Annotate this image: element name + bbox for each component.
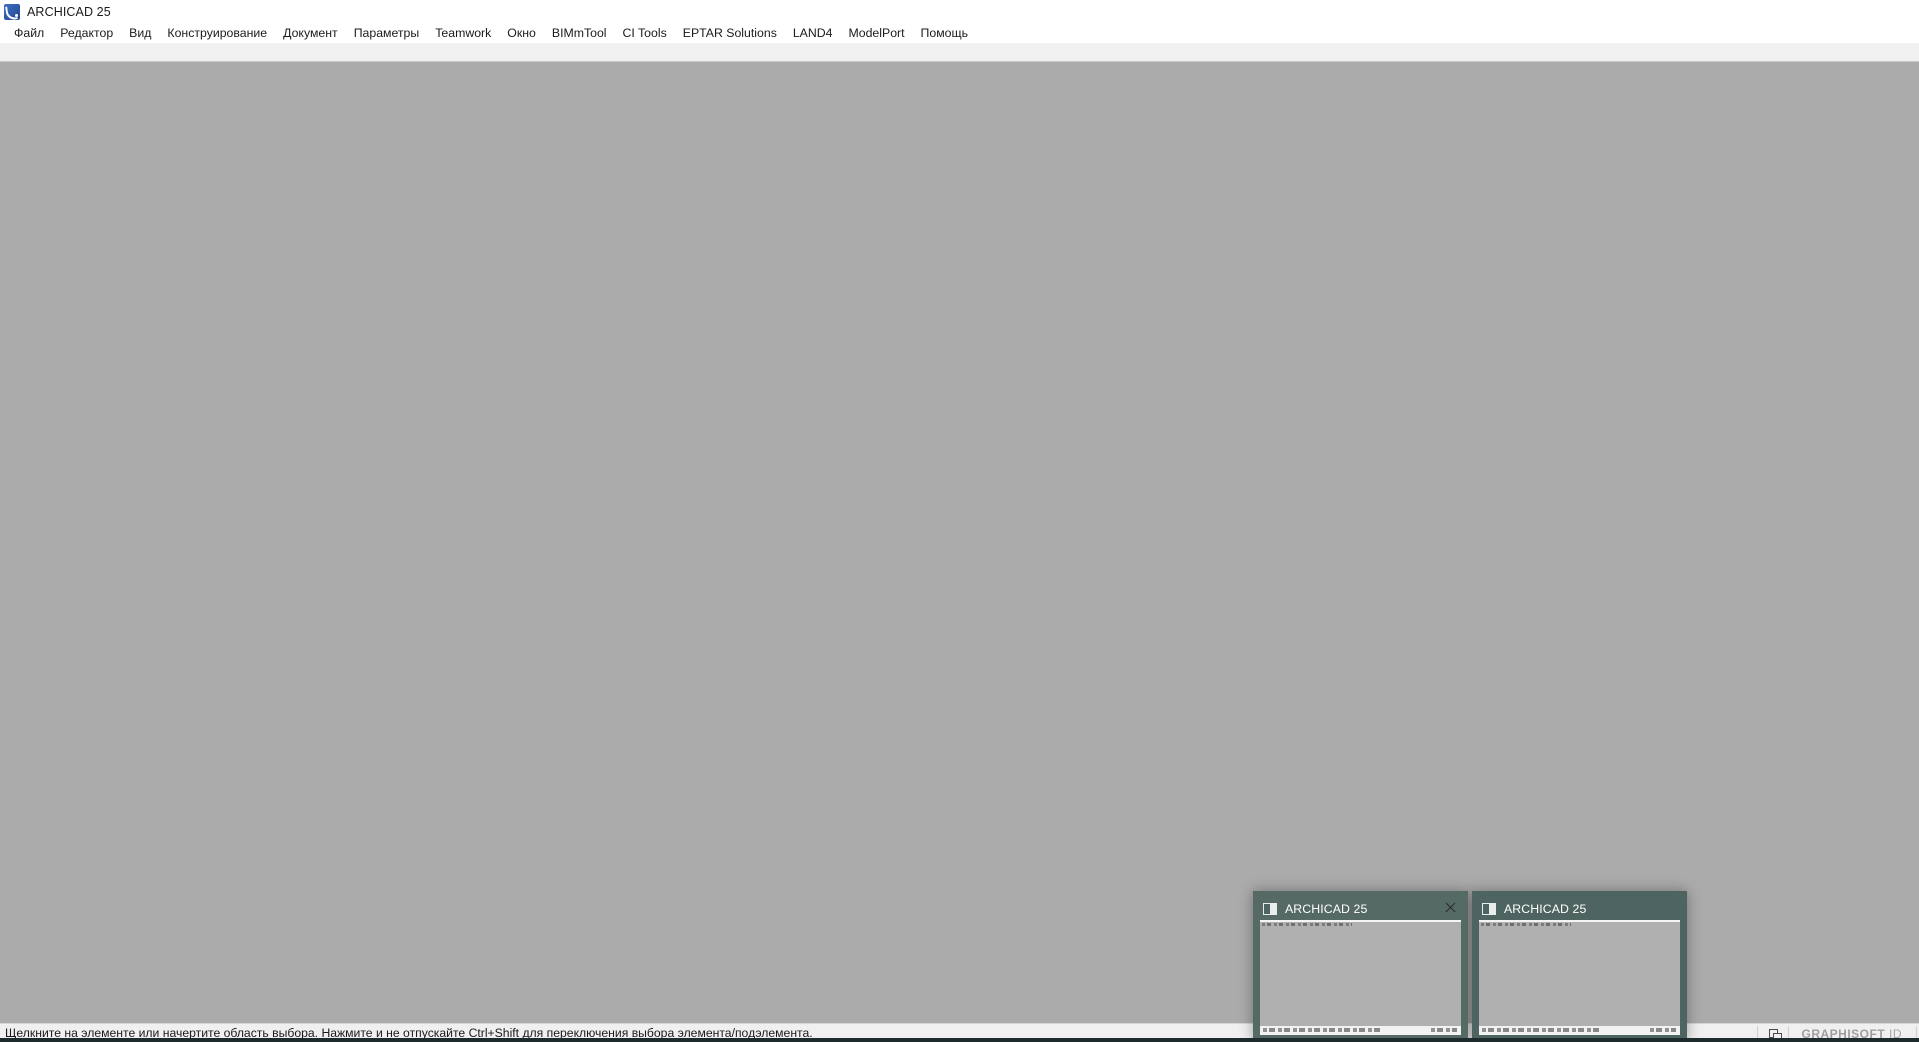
menu-item-help[interactable]: Помощь [913,24,977,42]
taskbar-preview-title: ARCHICAD 25 [1285,902,1368,916]
taskbar-preview-item[interactable]: ARCHICAD 25 [1253,891,1468,1042]
drawing-canvas[interactable] [0,62,1919,1023]
thumbnail-menu-hint [1262,923,1352,926]
close-icon[interactable] [1441,899,1459,917]
menu-item-ci-tools[interactable]: CI Tools [615,24,675,42]
menu-item-eptar[interactable]: EPTAR Solutions [675,24,785,42]
windows-taskbar[interactable] [0,1038,1919,1042]
taskbar-preview-thumbnail[interactable] [1260,920,1461,1035]
menu-item-edit[interactable]: Редактор [52,24,121,42]
menu-item-window[interactable]: Окно [499,24,544,42]
menu-item-document[interactable]: Документ [275,24,346,42]
taskbar-preview-item[interactable]: ARCHICAD 25 [1472,891,1687,1042]
toolbar-strip [0,43,1919,62]
taskbar-preview-header: ARCHICAD 25 [1260,898,1461,920]
menu-item-bimmtool[interactable]: BIMmTool [544,24,615,42]
window-preview-icon [1263,903,1277,915]
menu-item-file[interactable]: Файл [6,24,52,42]
menu-item-design[interactable]: Конструирование [159,24,275,42]
thumbnail-status-right-hint [1431,1028,1457,1032]
taskbar-preview-header: ARCHICAD 25 [1479,898,1680,920]
thumbnail-status-right-hint [1650,1028,1676,1032]
menu-item-view[interactable]: Вид [121,24,159,42]
taskbar-preview-group: ARCHICAD 25 ARCHICAD 25 [1253,891,1688,1042]
thumbnail-status-hint [1479,1026,1680,1035]
menu-item-land4[interactable]: LAND4 [785,24,841,42]
taskbar-preview-thumbnail[interactable] [1479,920,1680,1035]
thumbnail-status-text-hint [1263,1028,1383,1032]
thumbnail-status-hint [1260,1026,1461,1035]
menu-item-options[interactable]: Параметры [346,24,428,42]
archicad-application-window: ARCHICAD 25 Файл Редактор Вид Конструиро… [0,0,1919,1042]
archicad-logo-icon [4,3,20,20]
menu-item-modelport[interactable]: ModelPort [841,24,913,42]
menu-bar: Файл Редактор Вид Конструирование Докуме… [0,23,1919,43]
taskbar-preview-title: ARCHICAD 25 [1504,902,1587,916]
menu-item-teamwork[interactable]: Teamwork [427,24,499,42]
thumbnail-menu-hint [1481,923,1571,926]
thumbnail-status-text-hint [1482,1028,1602,1032]
title-bar: ARCHICAD 25 [0,0,1919,23]
window-preview-icon [1482,903,1496,915]
window-title: ARCHICAD 25 [27,4,111,19]
